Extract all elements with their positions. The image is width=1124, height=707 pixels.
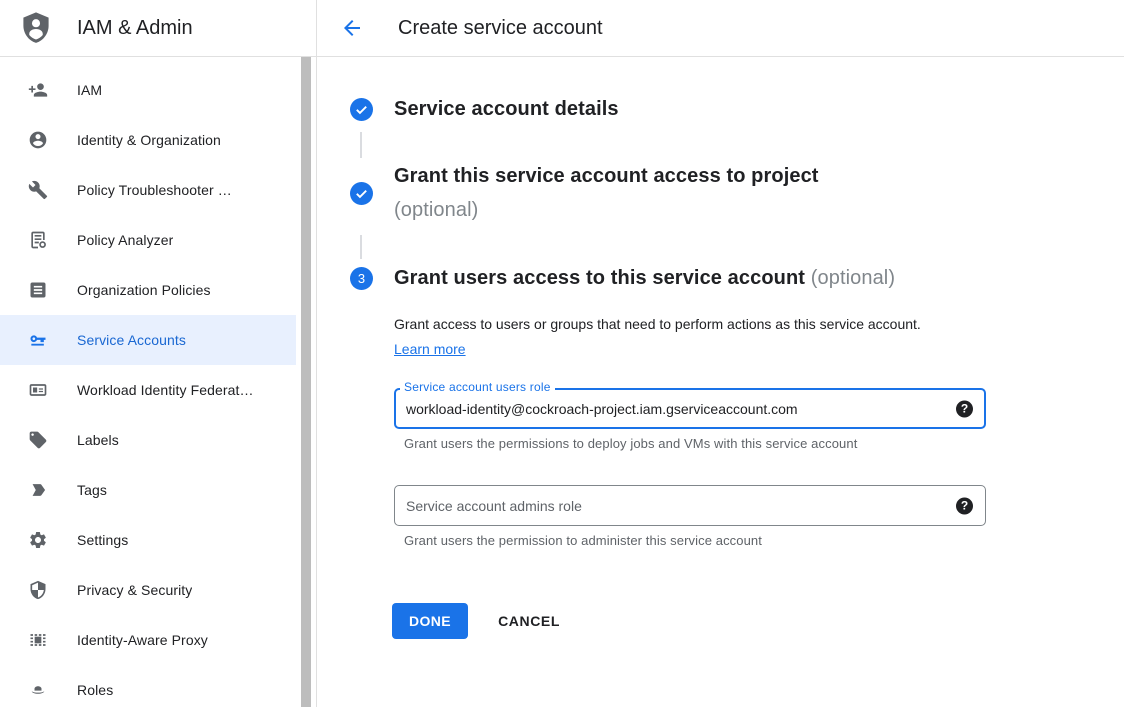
admins-role-helper-text: Grant users the permission to administer…: [404, 533, 1124, 548]
policy-analyzer-icon: [28, 230, 48, 250]
sidebar-item-label: Workload Identity Federat…: [77, 382, 254, 398]
sidebar-item-service-accounts[interactable]: Service Accounts: [0, 315, 296, 365]
users-role-helper-text: Grant users the permissions to deploy jo…: [404, 436, 1124, 451]
step-3-title: Grant users access to this service accou…: [394, 267, 805, 289]
sidebar-item-label: Privacy & Security: [77, 582, 192, 598]
step-connector: [360, 235, 362, 259]
iap-icon: [28, 630, 48, 650]
step-3-description: Grant access to users or groups that nee…: [394, 312, 942, 362]
users-role-field-label: Service account users role: [400, 380, 555, 394]
sidebar-item-label: Labels: [77, 432, 119, 448]
sidebar-item-label: Identity & Organization: [77, 132, 221, 148]
sidebar-item-label: Organization Policies: [77, 282, 211, 298]
iam-admin-shield-icon: [18, 10, 54, 46]
sidebar-item-workload-identity-federation[interactable]: Workload Identity Federat…: [0, 365, 296, 415]
step-2-grant-access-to-project[interactable]: Grant this service account access to pro…: [350, 159, 1124, 227]
wrench-icon: [28, 180, 48, 200]
form-actions: DONE CANCEL: [392, 603, 1124, 639]
product-title: IAM & Admin: [77, 17, 193, 40]
sidebar: IAM & Admin IAM Policy Troubleshooter … …: [0, 0, 317, 707]
step-2-completed-check-icon: [350, 182, 373, 205]
users-role-input[interactable]: [394, 388, 986, 429]
back-arrow-button[interactable]: [340, 16, 364, 40]
sidebar-item-label: Identity-Aware Proxy: [77, 632, 208, 648]
account-circle-icon: [28, 130, 48, 150]
admins-role-help-icon[interactable]: ?: [956, 497, 973, 514]
step-1-title: Service account details: [394, 92, 619, 126]
stepper-content: Service account details Grant this servi…: [317, 57, 1124, 639]
done-button[interactable]: DONE: [392, 603, 468, 639]
shield-icon: [28, 580, 48, 600]
admins-role-field-wrapper: ?: [394, 485, 986, 526]
sidebar-item-tags[interactable]: Tags: [0, 465, 296, 515]
hat-icon: [28, 680, 48, 700]
page-title: Create service account: [398, 17, 603, 40]
step-3-number-badge: 3: [350, 267, 373, 290]
sidebar-item-label: Settings: [77, 532, 128, 548]
sidebar-item-label: Roles: [77, 682, 113, 698]
sidebar-item-label: Service Accounts: [77, 332, 186, 348]
sidebar-item-labels[interactable]: Labels: [0, 415, 296, 465]
sidebar-item-privacy-security[interactable]: Privacy & Security: [0, 565, 296, 615]
gear-icon: [28, 530, 48, 550]
list-document-icon: [28, 280, 48, 300]
sidebar-item-policy-troubleshooter[interactable]: Policy Troubleshooter …: [0, 165, 296, 215]
sidebar-header: IAM & Admin: [0, 0, 316, 57]
cancel-button[interactable]: CANCEL: [498, 613, 560, 629]
sidebar-item-settings[interactable]: Settings: [0, 515, 296, 565]
step-2-optional-label: (optional): [394, 193, 819, 227]
sidebar-item-roles[interactable]: Roles: [0, 665, 296, 707]
sidebar-item-label: IAM: [77, 82, 102, 98]
sidebar-item-iam[interactable]: IAM: [0, 65, 296, 115]
users-role-field-wrapper: Service account users role ?: [394, 388, 986, 429]
tag-arrow-icon: [28, 480, 48, 500]
service-account-key-icon: [28, 330, 48, 350]
sidebar-item-identity-organization[interactable]: Policy Troubleshooter … Identity & Organ…: [0, 115, 296, 165]
sidebar-item-organization-policies[interactable]: Organization Policies: [0, 265, 296, 315]
step-3-optional-label: (optional): [811, 267, 895, 289]
step-2-title: Grant this service account access to pro…: [394, 159, 819, 193]
page-topbar: Create service account: [317, 0, 1124, 57]
person-add-icon: [28, 80, 48, 100]
admins-role-input[interactable]: [394, 485, 986, 526]
back-arrow-icon: [340, 16, 364, 40]
users-role-help-icon[interactable]: ?: [956, 400, 973, 417]
step-1-service-account-details[interactable]: Service account details: [350, 92, 1124, 126]
sidebar-item-policy-analyzer[interactable]: Policy Analyzer: [0, 215, 296, 265]
sidebar-scrollbar-thumb[interactable]: [301, 57, 311, 707]
sidebar-nav: IAM Policy Troubleshooter … Identity & O…: [0, 57, 316, 707]
sidebar-item-label: Policy Troubleshooter …: [77, 182, 232, 198]
learn-more-link[interactable]: Learn more: [394, 341, 466, 357]
label-tag-icon: [28, 430, 48, 450]
step-connector: [360, 132, 362, 158]
step-3-grant-users-access[interactable]: 3 Grant users access to this service acc…: [350, 261, 1124, 295]
step-3-number: 3: [358, 271, 365, 286]
sidebar-item-label: Tags: [77, 482, 107, 498]
badge-card-icon: [28, 380, 48, 400]
step-1-completed-check-icon: [350, 98, 373, 121]
iam-admin-console: IAM & Admin IAM Policy Troubleshooter … …: [0, 0, 1124, 707]
sidebar-item-identity-aware-proxy[interactable]: Identity-Aware Proxy: [0, 615, 296, 665]
main-panel: Create service account Service account d…: [317, 0, 1124, 707]
sidebar-item-label: Policy Analyzer: [77, 232, 173, 248]
step-3-body: Grant access to users or groups that nee…: [394, 312, 1124, 639]
